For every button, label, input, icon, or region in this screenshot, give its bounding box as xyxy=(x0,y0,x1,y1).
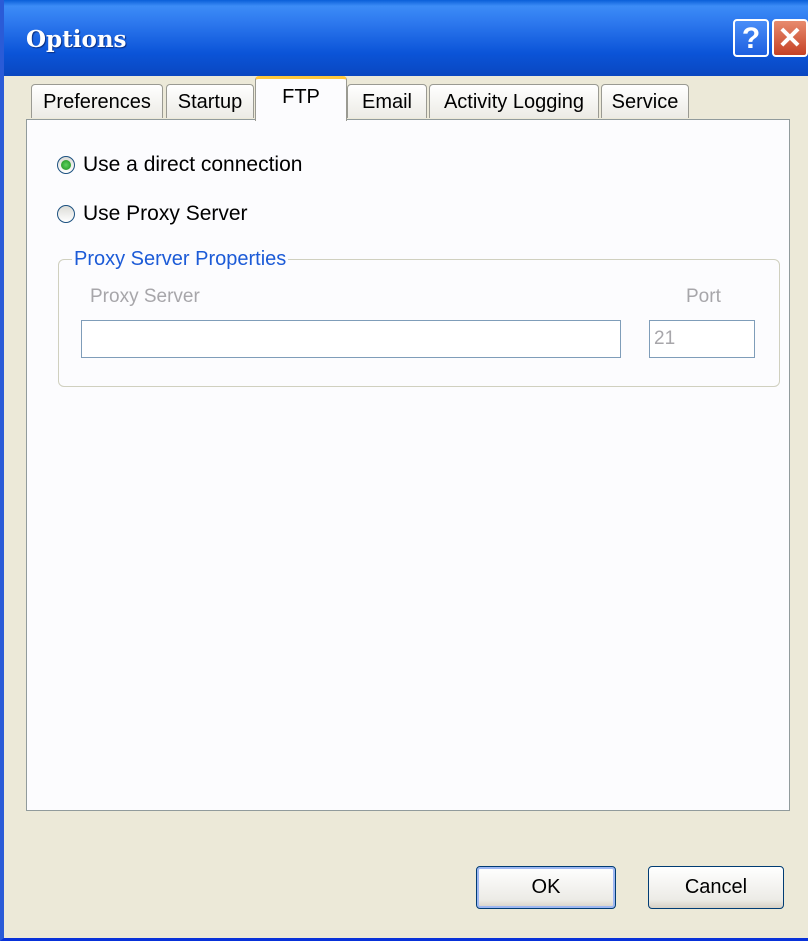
tab-preferences[interactable]: Preferences xyxy=(31,84,163,118)
tab-ftp[interactable]: FTP xyxy=(255,76,347,121)
proxy-server-field-label: Proxy Server xyxy=(90,286,200,307)
cancel-button[interactable]: Cancel xyxy=(648,866,784,909)
close-button[interactable]: ✕ xyxy=(772,19,808,57)
port-field-label: Port xyxy=(686,286,721,307)
tab-service[interactable]: Service xyxy=(601,84,689,118)
tab-strip: Preferences Startup FTP Email Activity L… xyxy=(4,76,808,121)
proxy-server-label[interactable]: Use Proxy Server xyxy=(83,202,248,226)
ok-button[interactable]: OK xyxy=(476,866,616,909)
proxy-server-radio[interactable] xyxy=(57,205,75,223)
direct-connection-option[interactable]: Use a direct connection xyxy=(57,153,302,177)
help-icon: ? xyxy=(741,22,761,55)
proxy-server-properties-group: Proxy Server Properties Proxy Server Por… xyxy=(58,248,780,387)
title-bar[interactable]: Options ? ✕ xyxy=(4,0,808,76)
tab-email[interactable]: Email xyxy=(347,84,427,118)
close-icon: ✕ xyxy=(777,22,803,55)
window-title: Options xyxy=(26,26,127,53)
tab-startup[interactable]: Startup xyxy=(166,84,254,118)
direct-connection-radio[interactable] xyxy=(57,156,75,174)
proxy-server-option[interactable]: Use Proxy Server xyxy=(57,202,248,226)
ftp-tab-panel: Use a direct connection Use Proxy Server… xyxy=(26,119,790,811)
direct-connection-label[interactable]: Use a direct connection xyxy=(83,153,302,177)
help-button[interactable]: ? xyxy=(733,19,769,57)
radio-selected-dot xyxy=(61,160,71,170)
port-input[interactable]: 21 xyxy=(649,320,755,358)
group-legend: Proxy Server Properties xyxy=(72,248,289,271)
options-dialog: Options ? ✕ Preferences Startup FTP Emai… xyxy=(0,0,808,941)
tab-activity-logging[interactable]: Activity Logging xyxy=(429,84,599,118)
proxy-server-input[interactable] xyxy=(81,320,621,358)
